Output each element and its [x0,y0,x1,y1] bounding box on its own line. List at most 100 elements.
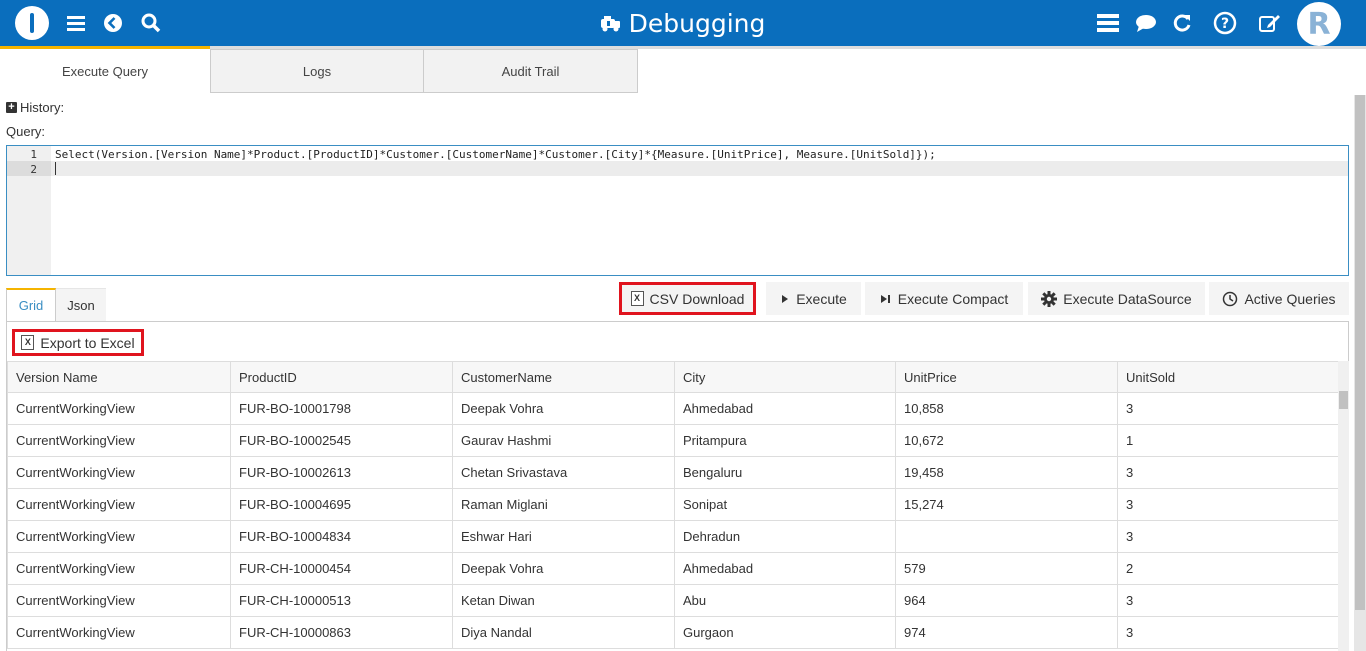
table-cell: 3 [1117,520,1339,553]
table-row[interactable]: CurrentWorkingView FUR-BO-10002545 Gaurav … [7,424,1339,457]
active-line-highlight [51,161,1348,176]
table-row[interactable]: CurrentWorkingView FUR-BO-10004834 Eshwar … [7,520,1339,553]
menu-icon[interactable] [64,0,88,46]
table-cell: Sonipat [674,488,896,521]
execute-datasource-button[interactable]: Execute DataSource [1028,282,1205,315]
table-cell: 1 [1117,424,1339,457]
page-title: Debugging [600,9,765,38]
table-cell: Deepak Vohra [452,392,675,425]
table-cell: Pritampura [674,424,896,457]
table-cell: Bengaluru [674,456,896,489]
table-cell: FUR-BO-10002613 [230,456,453,489]
excel-file-icon: X [21,335,35,350]
column-header[interactable]: CustomerName [452,361,675,393]
top-bar: Debugging ? R [0,0,1366,46]
table-cell: FUR-CH-10000863 [230,616,453,649]
line-number: 1 [30,148,37,161]
column-header[interactable]: UnitSold [1117,361,1339,393]
export-to-excel-button[interactable]: X Export to Excel [12,329,144,356]
table-cell: CurrentWorkingView [7,488,231,521]
plus-icon: + [6,102,17,113]
table-cell: FUR-BO-10004834 [230,520,453,553]
table-cell: Raman Miglani [452,488,675,521]
table-cell: FUR-BO-10002545 [230,424,453,457]
column-header[interactable]: ProductID [230,361,453,393]
code-line[interactable]: Select(Version.[Version Name]*Product.[P… [55,148,936,161]
table-cell: FUR-CH-10000454 [230,552,453,585]
tab-json[interactable]: Json [56,288,106,321]
list-icon[interactable] [1096,0,1120,46]
table-cell: 3 [1117,584,1339,617]
table-cell: CurrentWorkingView [7,520,231,553]
svg-text:?: ? [1221,16,1229,32]
line-number: 2 [30,163,37,176]
query-label: Query: [6,124,46,139]
tab-logs[interactable]: Logs [210,49,424,93]
table-cell: 3 [1117,392,1339,425]
play-icon [782,294,789,303]
help-icon[interactable]: ? [1211,0,1239,46]
table-cell: 964 [895,584,1118,617]
app-logo[interactable] [14,0,50,46]
table-row[interactable]: CurrentWorkingView FUR-BO-10002613 Chetan … [7,456,1339,489]
table-cell: FUR-CH-10000513 [230,584,453,617]
page-scrollbar[interactable] [1354,95,1366,651]
table-row[interactable]: CurrentWorkingView FUR-CH-10000454 Deepak … [7,552,1339,585]
table-cell: Gaurav Hashmi [452,424,675,457]
tab-execute-query[interactable]: Execute Query [0,49,210,93]
table-cell [895,520,1118,553]
clock-icon [1223,291,1238,306]
gear-icon [1041,290,1058,307]
table-cell: Ahmedabad [674,392,896,425]
table-row[interactable]: CurrentWorkingView FUR-BO-10001798 Deepak … [7,392,1339,425]
active-queries-button[interactable]: Active Queries [1209,282,1349,315]
column-header[interactable]: UnitPrice [895,361,1118,393]
query-editor[interactable]: 1 2 Select(Version.[Version Name]*Produc… [6,145,1349,276]
table-cell: 579 [895,552,1118,585]
table-cell: 15,274 [895,488,1118,521]
avatar[interactable]: R [1297,2,1341,46]
execute-compact-button[interactable]: Execute Compact [865,282,1023,315]
column-header[interactable]: City [674,361,896,393]
table-cell: 10,672 [895,424,1118,457]
table-cell: CurrentWorkingView [7,424,231,457]
table-cell: Chetan Srivastava [452,456,675,489]
table-cell: Ketan Diwan [452,584,675,617]
search-icon[interactable] [139,0,163,46]
step-forward-icon [880,294,890,303]
table-cell: Gurgaon [674,616,896,649]
csv-download-button[interactable]: X CSV Download [619,282,756,315]
table-row[interactable]: CurrentWorkingView FUR-CH-10000513 Ketan D… [7,584,1339,617]
table-cell: 3 [1117,456,1339,489]
table-row[interactable]: CurrentWorkingView FUR-BO-10004695 Raman M… [7,488,1339,521]
table-cell: Abu [674,584,896,617]
edit-icon[interactable] [1257,0,1283,46]
refresh-icon[interactable] [1170,0,1194,46]
table-cell: CurrentWorkingView [7,584,231,617]
csv-file-icon: X [630,291,644,306]
back-icon[interactable] [101,0,125,46]
table-cell: 19,458 [895,456,1118,489]
table-cell: Eshwar Hari [452,520,675,553]
chat-icon[interactable] [1133,0,1159,46]
history-toggle[interactable]: + History: [6,100,64,115]
table-cell: 3 [1117,616,1339,649]
grid-scrollbar[interactable] [1338,361,1349,651]
execute-button[interactable]: Execute [766,282,861,315]
table-cell: CurrentWorkingView [7,616,231,649]
table-cell: CurrentWorkingView [7,552,231,585]
table-cell: 3 [1117,488,1339,521]
history-label: History: [20,100,65,115]
grid-header-row: Version Name ProductID CustomerName City… [7,361,1339,393]
table-cell: Ahmedabad [674,552,896,585]
table-row[interactable]: CurrentWorkingView FUR-CH-10000863 Diya Na… [7,616,1339,649]
tab-grid[interactable]: Grid [6,288,56,321]
table-cell: 974 [895,616,1118,649]
column-header[interactable]: Version Name [7,361,231,393]
tab-audit-trail[interactable]: Audit Trail [423,49,638,93]
table-cell: Dehradun [674,520,896,553]
table-cell: Deepak Vohra [452,552,675,585]
bug-icon [600,16,620,32]
results-grid: Version Name ProductID CustomerName City… [7,361,1339,649]
text-cursor [55,162,56,175]
